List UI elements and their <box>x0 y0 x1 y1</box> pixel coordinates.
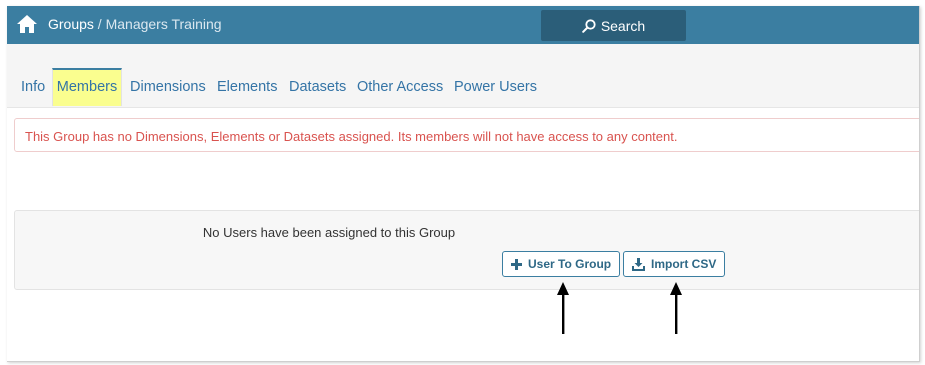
import-csv-button[interactable]: Import CSV <box>623 251 726 277</box>
breadcrumb-current: Managers Training <box>105 16 222 32</box>
import-csv-button-label: Import CSV <box>651 257 717 271</box>
search-icon <box>582 18 596 33</box>
tab-other-access[interactable]: Other Access <box>357 79 443 95</box>
tab-power-users[interactable]: Power Users <box>454 79 537 95</box>
breadcrumb-separator: / <box>93 16 106 32</box>
empty-members-message: No Users have been assigned to this Grou… <box>202 225 456 240</box>
annotation-arrow-up-icon <box>557 282 569 334</box>
plus-icon <box>511 258 522 270</box>
tab-datasets[interactable]: Datasets <box>289 79 346 95</box>
search-button[interactable]: Search <box>541 10 686 41</box>
tab-dimensions[interactable]: Dimensions <box>130 79 206 95</box>
tab-elements[interactable]: Elements <box>217 79 277 95</box>
app-window: Groups / Managers Training Search Info M… <box>7 6 920 362</box>
search-button-label: Search <box>600 17 646 34</box>
add-user-to-group-button[interactable]: User To Group <box>502 251 621 277</box>
add-user-button-label: User To Group <box>528 257 612 271</box>
breadcrumb: Groups / Managers Training <box>48 16 222 32</box>
download-icon <box>632 257 645 271</box>
home-icon[interactable] <box>16 14 38 34</box>
top-navigation-bar: Groups / Managers Training Search <box>7 6 919 44</box>
annotation-arrow-up-icon <box>670 282 682 334</box>
no-assignments-alert: This Group has no Dimensions, Elements o… <box>14 118 919 152</box>
members-panel: No Users have been assigned to this Grou… <box>14 210 919 290</box>
tab-bar: Info Members Dimensions Elements Dataset… <box>7 44 919 108</box>
breadcrumb-groups-link[interactable]: Groups <box>48 16 94 32</box>
tab-info[interactable]: Info <box>21 79 45 95</box>
tab-members[interactable]: Members <box>52 68 122 106</box>
